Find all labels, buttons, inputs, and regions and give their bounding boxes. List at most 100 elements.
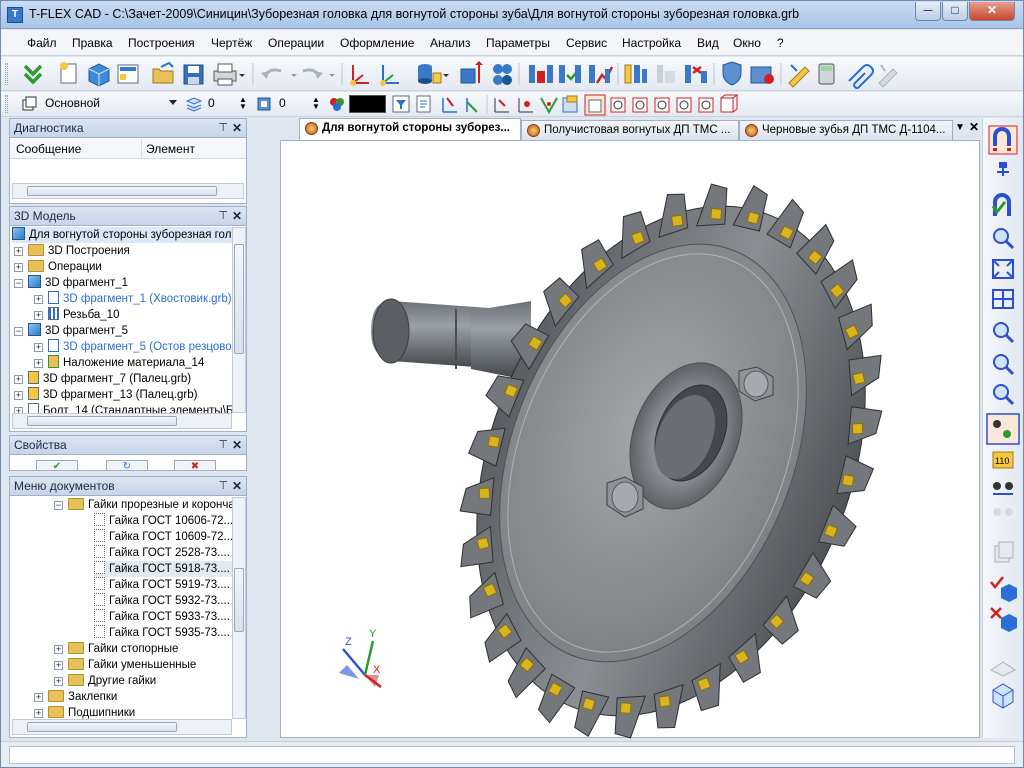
menu-construct[interactable]: Построения: [128, 36, 195, 50]
close-button[interactable]: ✕: [969, 2, 1015, 21]
menu-operations[interactable]: Операции: [268, 36, 324, 50]
expand-icon[interactable]: +: [34, 311, 43, 320]
redo-icon[interactable]: [302, 68, 323, 79]
scroll-thumb[interactable]: [27, 186, 217, 196]
diagnostics-close-icon[interactable]: ✕: [232, 119, 242, 137]
tab-document-3[interactable]: Черновые зубья ДП ТМС Д-1104...: [739, 120, 953, 140]
tree-item[interactable]: 3D фрагмент_13 (Палец.grb): [28, 387, 197, 403]
expand-icon[interactable]: +: [34, 693, 43, 702]
expand-icon[interactable]: +: [54, 661, 63, 670]
tabs-dropdown-icon[interactable]: ▼: [955, 122, 965, 133]
collapse-icon[interactable]: −: [14, 279, 23, 288]
scroll-thumb[interactable]: [234, 568, 244, 632]
zoom-in-icon[interactable]: [993, 322, 1015, 344]
magnet-snap-icon[interactable]: [988, 125, 1018, 155]
tree-item[interactable]: 3D фрагмент_5: [28, 323, 128, 339]
variables-icon[interactable]: [418, 64, 442, 84]
select-vertex-icon[interactable]: [518, 98, 533, 113]
app-icon[interactable]: T: [7, 7, 23, 23]
workplane-icon[interactable]: [380, 65, 399, 86]
expand-icon[interactable]: +: [14, 263, 23, 272]
doc-item[interactable]: Гайка ГОСТ 5919-73....: [94, 577, 230, 593]
attach-icon[interactable]: [848, 64, 874, 89]
zoom-out-icon[interactable]: [993, 354, 1015, 376]
priority-spinner[interactable]: ▲ ▼: [312, 96, 320, 111]
open-icon[interactable]: [152, 61, 174, 84]
undo-icon[interactable]: [261, 68, 282, 79]
color-palette-icon[interactable]: [328, 96, 346, 112]
doc-item[interactable]: Гайка ГОСТ 10609-72....: [94, 529, 232, 545]
menu-window[interactable]: Окно: [733, 36, 761, 50]
pin-icon[interactable]: ⊤: [218, 436, 228, 454]
doc-group[interactable]: Гайки уменьшенные: [68, 657, 196, 673]
library-icon[interactable]: [750, 66, 774, 84]
variables-dropdown-icon[interactable]: [443, 74, 449, 77]
tab-document-2[interactable]: Получистовая вогнутых ДП ТМС ...: [521, 120, 739, 140]
select-op-icon-1[interactable]: [610, 97, 626, 113]
ok-button[interactable]: ✔: [36, 460, 78, 470]
new-document-icon[interactable]: [60, 62, 77, 84]
doc-group[interactable]: Подшипники: [48, 705, 135, 719]
undo-dropdown-icon[interactable]: [291, 74, 297, 77]
tree-item[interactable]: 3D фрагмент_1: [28, 275, 128, 291]
properties-close-icon[interactable]: ✕: [232, 436, 242, 454]
maximize-button[interactable]: □: [942, 2, 968, 21]
select-op-icon-5[interactable]: [698, 97, 714, 113]
view-option-icon-1[interactable]: [993, 482, 1013, 495]
print-icon[interactable]: [213, 63, 237, 86]
doc-item[interactable]: Гайка ГОСТ 10606-72....: [94, 513, 232, 529]
select-3d-icon[interactable]: [720, 94, 739, 113]
view-option-icon-2[interactable]: [993, 508, 1013, 516]
doc-item[interactable]: Гайка ГОСТ 5935-73....: [94, 625, 230, 641]
document-filter-icon[interactable]: [416, 95, 431, 113]
expand-icon[interactable]: +: [54, 645, 63, 654]
print-dropdown-icon[interactable]: [239, 74, 245, 77]
select-axis-icon[interactable]: [540, 97, 558, 115]
menu-settings[interactable]: Настройка: [622, 36, 681, 50]
model-tree-vscroll[interactable]: [232, 227, 246, 413]
menu-view[interactable]: Вид: [697, 36, 719, 50]
expand-icon[interactable]: +: [34, 709, 43, 718]
doc-item-selected[interactable]: Гайка ГОСТ 5918-73....: [94, 561, 232, 577]
doc-group[interactable]: Гайки стопорные: [68, 641, 178, 657]
new-3d-model-icon[interactable]: [88, 63, 110, 87]
select-op-icon-2[interactable]: [632, 97, 648, 113]
template-icon[interactable]: [117, 64, 139, 84]
level-spinner[interactable]: ▲ ▼: [239, 96, 247, 111]
menu-format[interactable]: Оформление: [340, 36, 414, 50]
tab-close-icon[interactable]: ✕: [969, 120, 979, 134]
pin-icon[interactable]: ⊤: [218, 119, 228, 137]
cancel-button[interactable]: ✖: [174, 460, 216, 470]
tree-item[interactable]: Резьба_10: [48, 307, 119, 323]
document-tree-vscroll[interactable]: [232, 497, 246, 719]
menu-analysis[interactable]: Анализ: [430, 36, 471, 50]
zoom-fit-icon[interactable]: [992, 289, 1014, 309]
color-swatch[interactable]: [349, 95, 386, 113]
confirm-icon[interactable]: [23, 64, 43, 85]
menu-drawing[interactable]: Чертёж: [211, 36, 252, 50]
doc-group[interactable]: Гайки прорезные и корончa: [68, 497, 232, 513]
lcs-icon[interactable]: [350, 65, 369, 86]
fragment-icon-1[interactable]: [529, 65, 553, 83]
tree-root[interactable]: Для вогнутой стороны зуборезная голо: [12, 227, 232, 243]
filter-icon[interactable]: [392, 95, 410, 113]
expand-icon[interactable]: +: [34, 343, 43, 352]
refresh-button[interactable]: ↻: [106, 460, 148, 470]
tree-item[interactable]: 3D фрагмент_1 (Хвостовик.grb): [48, 291, 232, 307]
check-cube-icon[interactable]: [990, 576, 1017, 602]
copy-grey-icon[interactable]: [994, 541, 1014, 563]
document-menu-close-icon[interactable]: ✕: [232, 477, 242, 495]
collapse-icon[interactable]: −: [14, 327, 23, 336]
expand-icon[interactable]: +: [14, 247, 23, 256]
tree-item[interactable]: 3D Построения: [28, 243, 130, 259]
zoom-all-icon[interactable]: [992, 259, 1014, 279]
fragment-icon-3[interactable]: [589, 65, 614, 84]
tree-item[interactable]: Наложение материала_14: [48, 355, 204, 371]
toolbar-grip-2[interactable]: [5, 95, 8, 113]
select-op-icon-4[interactable]: [676, 97, 692, 113]
expand-icon[interactable]: +: [54, 677, 63, 686]
save-icon[interactable]: [183, 64, 204, 85]
3d-op-icon-1[interactable]: [460, 61, 483, 84]
insert-fragment-icon[interactable]: [624, 64, 647, 84]
select-edge-icon[interactable]: [494, 98, 509, 113]
